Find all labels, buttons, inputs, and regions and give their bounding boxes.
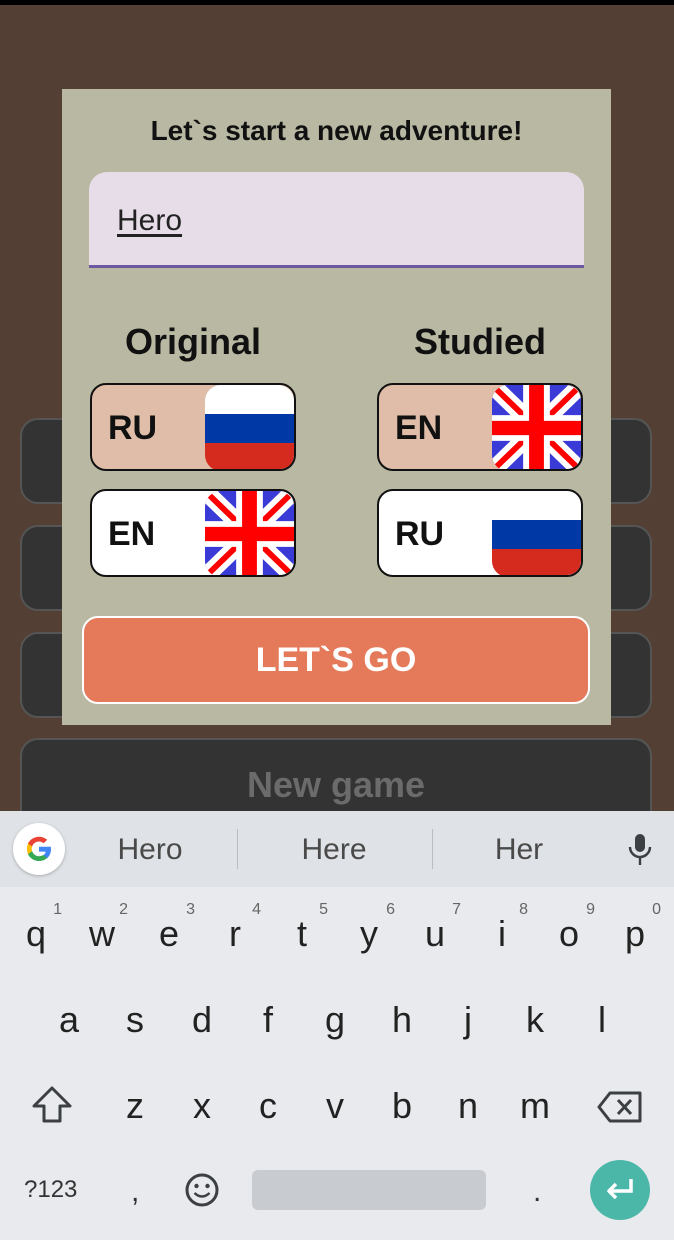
suggestion-1[interactable]: Hero [75,833,225,867]
russia-flag-icon [205,385,294,469]
key-t[interactable]: t5 [272,901,332,955]
new-game-label: New game [246,764,426,805]
key-x[interactable]: x [172,1085,232,1127]
space-bar[interactable] [252,1170,486,1210]
key-hint: 2 [119,901,128,918]
key-o[interactable]: o9 [539,901,599,955]
hero-name-value: Hero [117,204,183,237]
key-hint: 4 [252,901,261,918]
language-code: EN [108,515,156,553]
suggestion-bar: Hero Here Her [0,811,674,887]
key-label: e [158,913,180,954]
studied-title: Studied [414,321,546,362]
new-adventure-dialog: Let`s start a new adventure! Hero Origin… [62,89,611,725]
key-hint: 0 [652,901,661,918]
shift-icon[interactable] [30,1085,74,1130]
studied-option-ru[interactable]: RU [377,489,583,577]
key-f[interactable]: f [238,999,298,1041]
period-key[interactable]: . [533,1175,541,1209]
key-hint: 8 [519,901,528,918]
key-label: u [424,913,446,954]
key-hint: 6 [386,901,395,918]
key-w[interactable]: w2 [72,901,132,955]
backspace-icon[interactable] [596,1090,644,1129]
key-m[interactable]: m [505,1085,565,1127]
key-d[interactable]: d [172,999,232,1041]
key-b[interactable]: b [372,1085,432,1127]
key-e[interactable]: e3 [139,901,199,955]
google-logo-icon[interactable] [13,823,65,875]
soft-keyboard: Hero Here Her q1 w2 e3 r4 t5 y6 u7 i8 o9… [0,811,674,1240]
language-code: EN [395,409,443,447]
key-l[interactable]: l [572,999,632,1041]
key-hint: 5 [319,901,328,918]
key-j[interactable]: j [438,999,498,1041]
symbols-key[interactable]: ?123 [24,1176,77,1204]
key-label: i [498,913,506,954]
key-label: t [296,913,307,954]
suggestion-3[interactable]: Her [444,833,594,867]
language-code: RU [395,515,445,553]
key-h[interactable]: h [372,999,432,1041]
key-hint: 7 [452,901,461,918]
key-s[interactable]: s [105,999,165,1041]
key-c[interactable]: c [238,1085,298,1127]
key-hint: 1 [53,901,62,918]
key-n[interactable]: n [438,1085,498,1127]
key-g[interactable]: g [305,999,365,1041]
key-a[interactable]: a [39,999,99,1041]
key-q[interactable]: q1 [6,901,66,955]
key-label: r [229,913,241,954]
suggestion-2[interactable]: Here [259,833,409,867]
russia-flag-icon [492,491,581,575]
key-hint: 9 [586,901,595,918]
key-u[interactable]: u7 [405,901,465,955]
uk-flag-icon [205,491,294,575]
original-option-en[interactable]: EN [90,489,296,577]
key-label: w [89,913,115,954]
key-hint: 3 [186,901,195,918]
original-option-ru[interactable]: RU [90,383,296,471]
uk-flag-icon [492,385,581,469]
key-p[interactable]: p0 [605,901,665,955]
language-code: RU [108,409,158,447]
key-i[interactable]: i8 [472,901,532,955]
studied-option-en[interactable]: EN [377,383,583,471]
key-y[interactable]: y6 [339,901,399,955]
key-k[interactable]: k [505,999,565,1041]
emoji-icon[interactable] [184,1172,220,1213]
key-z[interactable]: z [105,1085,165,1127]
key-v[interactable]: v [305,1085,365,1127]
hero-name-input[interactable]: Hero [89,172,584,268]
key-label: p [624,913,646,954]
key-label: y [360,913,378,954]
suggestion-divider [432,829,433,869]
lets-go-button[interactable]: LET`S GO [82,616,590,704]
dialog-title: Let`s start a new adventure! [150,115,523,146]
enter-button[interactable] [590,1160,650,1220]
status-bar [0,0,674,5]
comma-key[interactable]: , [131,1175,139,1209]
suggestion-divider [237,829,238,869]
original-title: Original [124,321,262,362]
microphone-icon[interactable] [626,833,654,872]
key-label: q [25,913,47,954]
key-label: o [558,913,580,954]
key-r[interactable]: r4 [205,901,265,955]
